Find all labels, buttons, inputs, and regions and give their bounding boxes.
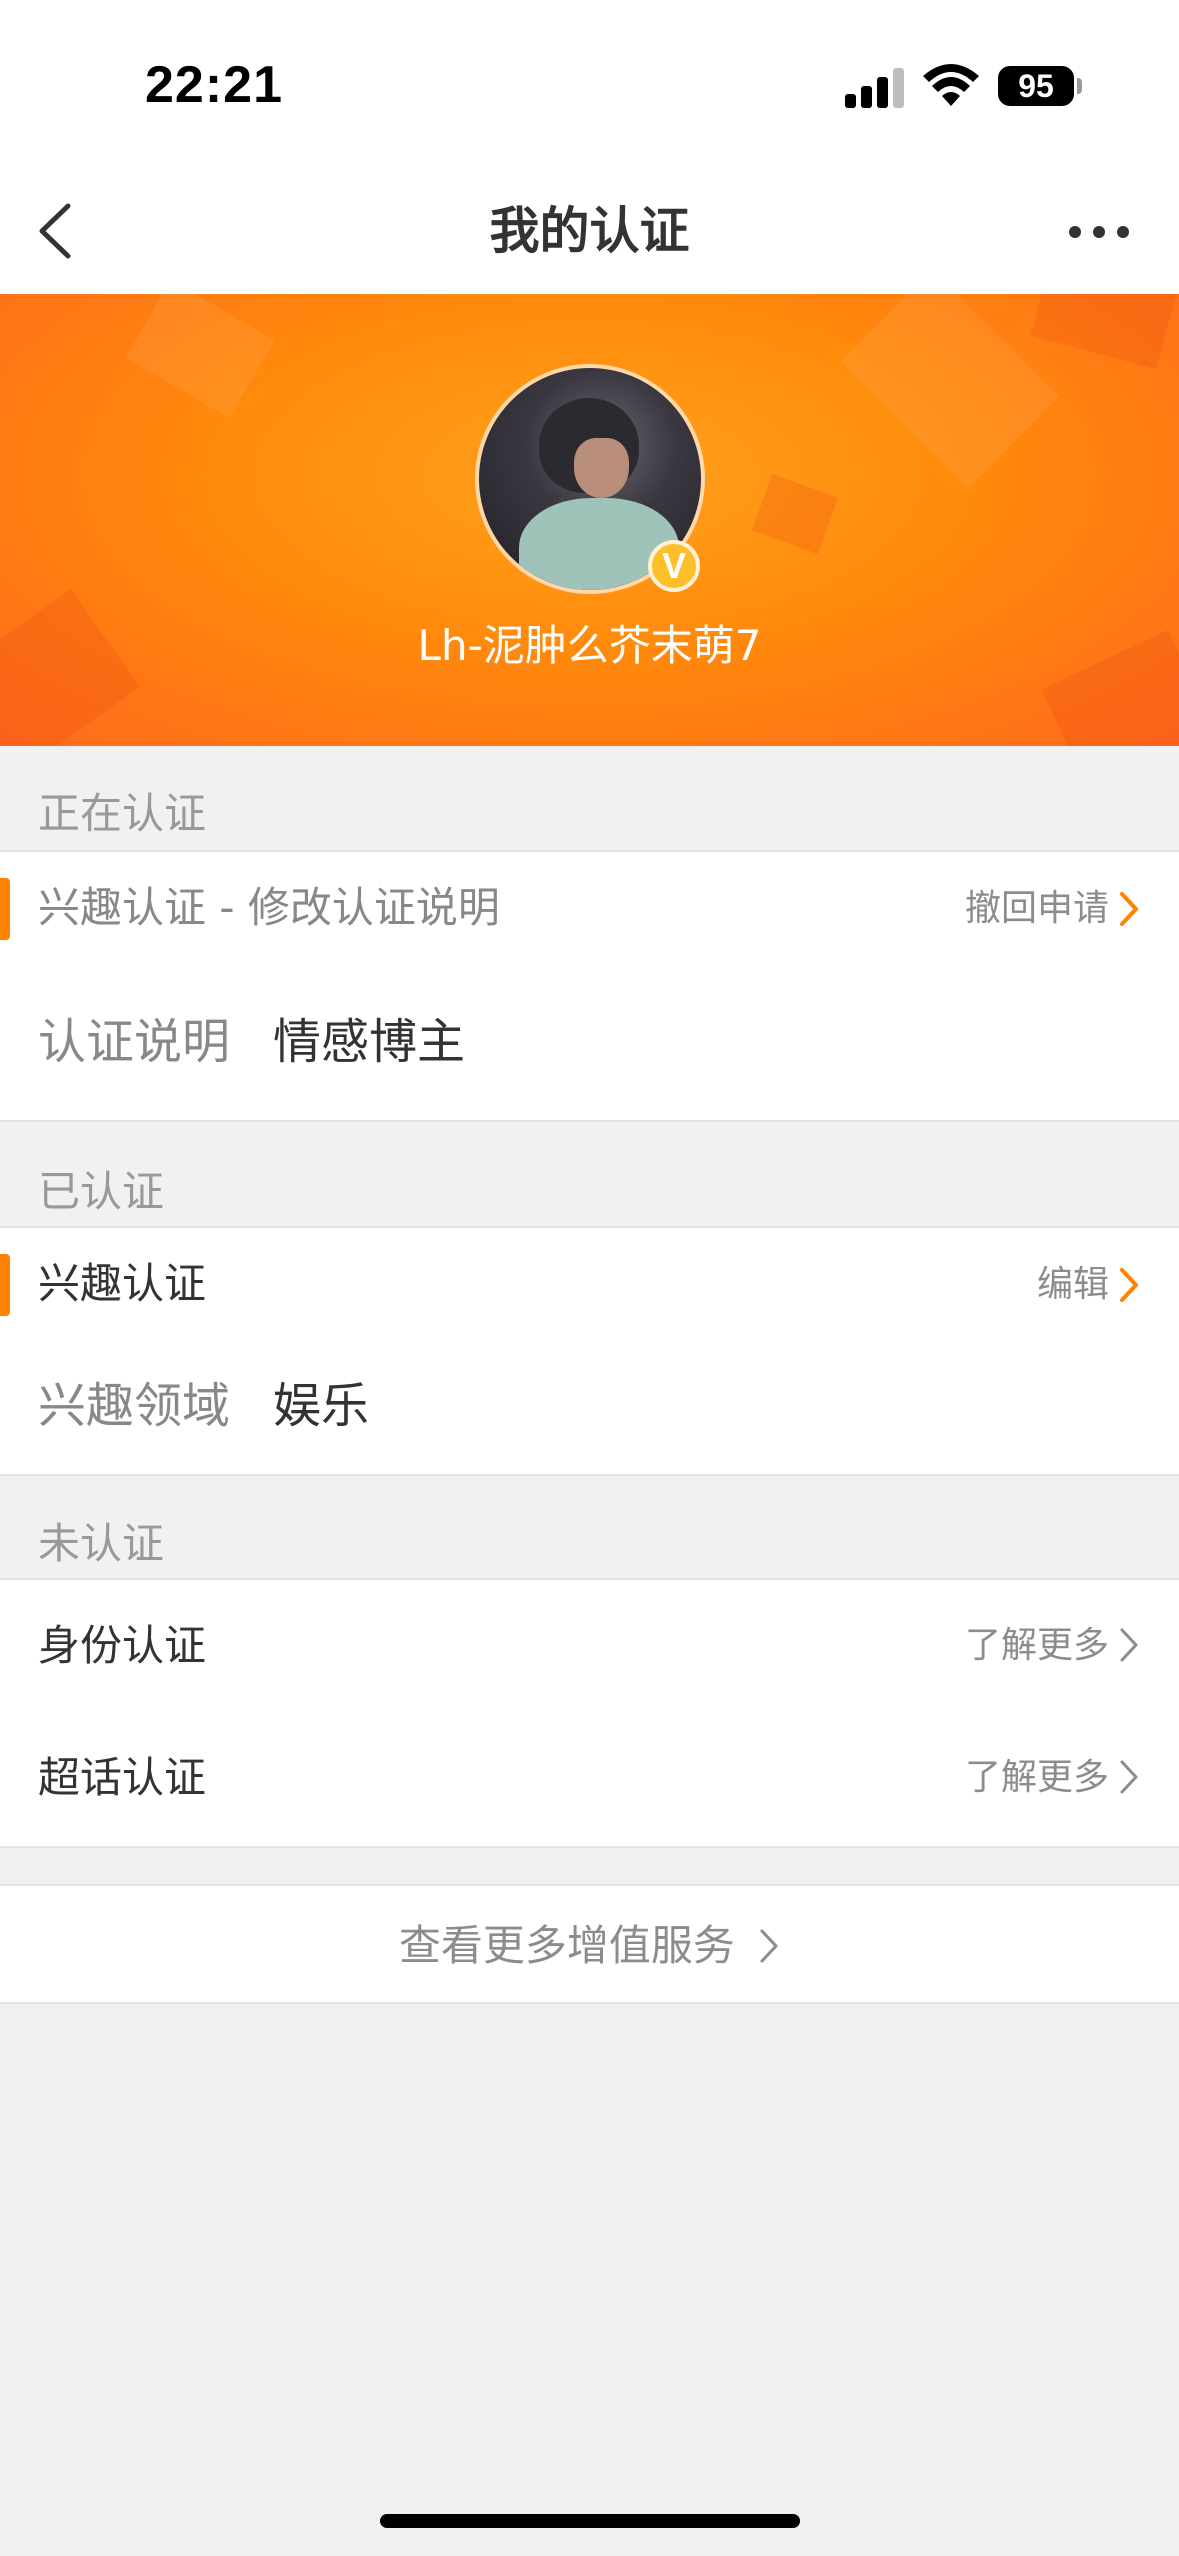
more-services-button[interactable]: 查看更多增值服务 bbox=[0, 1884, 1179, 2004]
status-time: 22:21 bbox=[145, 56, 283, 114]
section-header-verified: 已认证 bbox=[38, 1167, 165, 1216]
verified-cert-title: 兴趣认证 bbox=[38, 1259, 207, 1308]
cert-description-label: 认证说明 bbox=[38, 1014, 231, 1070]
battery-icon: 95 bbox=[998, 66, 1074, 106]
verified-badge-icon: V bbox=[648, 540, 700, 592]
withdraw-application-link[interactable]: 撤回申请 bbox=[965, 884, 1109, 934]
in-progress-cert-row[interactable]: 兴趣认证 - 修改认证说明 撤回申请 bbox=[0, 850, 1179, 964]
verified-cert-row[interactable]: 兴趣认证 编辑 bbox=[0, 1226, 1179, 1340]
section-header-in-progress: 正在认证 bbox=[38, 789, 207, 838]
profile-banner: Lh-泥肿么芥末萌7 bbox=[0, 294, 1179, 746]
accent-bar bbox=[0, 878, 10, 940]
wifi-icon bbox=[923, 64, 979, 106]
interest-field-label: 兴趣领域 bbox=[38, 1378, 231, 1434]
nav-bar: 我的认证 bbox=[0, 170, 1179, 294]
chevron-right-icon bbox=[1120, 1268, 1138, 1302]
identity-cert-row[interactable]: 身份认证 了解更多 bbox=[0, 1578, 1179, 1714]
username: Lh-泥肿么芥末萌7 bbox=[417, 621, 762, 670]
interest-field-value: 娱乐 bbox=[273, 1378, 370, 1434]
chevron-right-icon bbox=[1120, 1628, 1138, 1662]
more-services-label: 查看更多增值服务 bbox=[398, 1921, 735, 1970]
back-icon[interactable] bbox=[28, 198, 94, 264]
super-topic-cert-title: 超话认证 bbox=[38, 1753, 207, 1802]
battery-tip bbox=[1077, 78, 1082, 94]
chevron-right-icon bbox=[1120, 892, 1138, 926]
more-icon[interactable] bbox=[1063, 208, 1135, 254]
identity-cert-title: 身份认证 bbox=[38, 1621, 207, 1670]
home-indicator bbox=[380, 2514, 800, 2528]
accent-bar bbox=[0, 1254, 10, 1316]
learn-more-link[interactable]: 了解更多 bbox=[965, 1620, 1109, 1672]
interest-field-row: 兴趣领域 娱乐 bbox=[0, 1338, 1179, 1476]
chevron-right-icon bbox=[760, 1929, 778, 1962]
chevron-right-icon bbox=[1120, 1760, 1138, 1794]
learn-more-link[interactable]: 了解更多 bbox=[965, 1752, 1109, 1804]
status-bar: 22:21 95 bbox=[0, 0, 1179, 170]
cert-description-row: 认证说明 情感博主 bbox=[0, 962, 1179, 1122]
cert-description-value: 情感博主 bbox=[273, 1014, 466, 1070]
page-title: 我的认证 bbox=[489, 202, 690, 260]
edit-link[interactable]: 编辑 bbox=[1037, 1260, 1109, 1310]
section-header-unverified: 未认证 bbox=[38, 1519, 165, 1568]
super-topic-cert-row[interactable]: 超话认证 了解更多 bbox=[0, 1712, 1179, 1848]
signal-icon bbox=[845, 66, 907, 108]
in-progress-cert-title: 兴趣认证 - 修改认证说明 bbox=[38, 883, 500, 932]
